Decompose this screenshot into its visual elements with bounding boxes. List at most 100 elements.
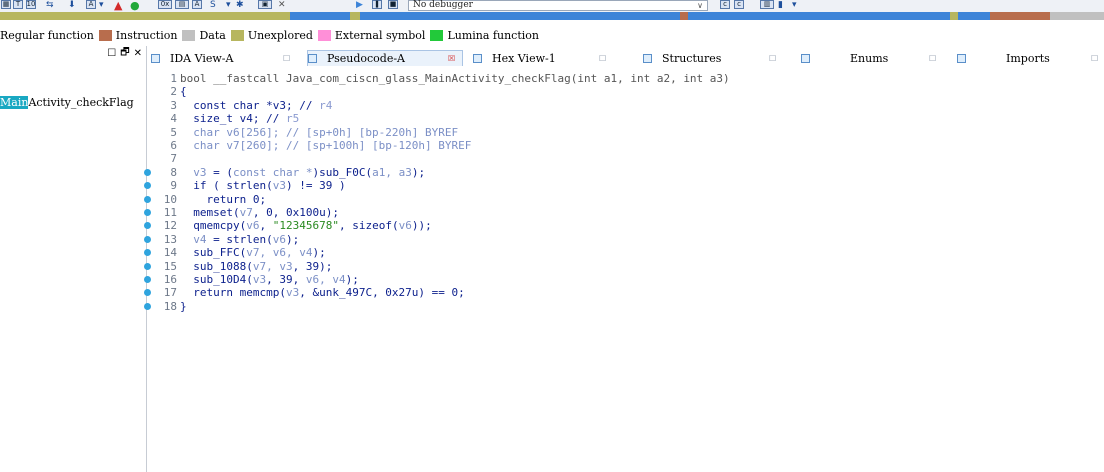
code-text: { [180,85,187,98]
dropdown-icon-2[interactable]: ▾ [226,0,231,10]
code-token: v3 [180,165,207,179]
chevron-down-icon: ∨ [697,1,703,10]
legend-label-regular: Regular function [0,28,94,42]
code-token: ); [312,246,326,260]
code-text: return 0; [180,193,266,206]
line-number: 10 [163,192,177,206]
asterisk-icon[interactable]: ✱ [236,0,244,10]
dropdown-icon-3[interactable]: ▾ [792,0,797,10]
hex-icon[interactable]: ▦ [1,0,11,9]
image-icon[interactable]: ▣ [258,0,272,9]
code-token: ); [345,273,359,286]
code-token: qmemcpy( [180,219,247,233]
line-number: 8 [170,165,177,179]
text-view-icon[interactable]: T [13,0,23,9]
binary-icon[interactable]: 10 [26,0,36,9]
nav-segment-unexplored-3 [950,12,958,20]
code-token: , 39); [292,259,333,273]
navigation-band[interactable] [0,12,1104,20]
code-token: v6 [246,219,260,233]
tab-enums[interactable]: Enums ☐ [801,50,951,66]
legend-label-instruction: Instruction [115,28,178,42]
jump-icon[interactable]: ⇆ [46,0,54,10]
nav-segment-instruction-2 [990,12,1050,20]
legend-swatch-data [182,29,196,41]
debugger-select[interactable]: No debugger ∨ [408,0,708,11]
code-text: sub_FFC(v7, v6, v4); [180,246,326,260]
tab-imports[interactable]: Imports ☐ [957,50,1104,66]
close-icon[interactable]: ✕ [134,48,142,59]
stop-icon[interactable]: ■ [388,0,398,9]
string-icon[interactable]: A [192,0,202,9]
tab-close-icon[interactable]: ☒ [448,54,455,63]
tab-close-icon[interactable]: ☐ [1091,54,1098,63]
float-icon[interactable]: 🗗 [120,45,129,62]
code-text: v3 = (const char *)sub_F0C(a1, a3); [180,166,425,179]
graph-icon[interactable]: ▥ [760,0,774,9]
code-token: , [259,219,273,233]
code-token: )sub_F0C( [312,165,373,179]
code-text: const char *v3; // r4 [180,99,332,112]
code-token: "12345678" [272,219,339,233]
tab-close-icon[interactable]: ☐ [929,54,936,63]
tab-label: Structures [662,51,722,65]
code-token: return memcmp( [180,286,286,300]
tab-label: IDA View-A [170,51,234,65]
line-number: 13 [163,232,177,246]
code-text: sub_10D4(v3, 39, v6, v4); [180,273,359,286]
code-token: = ( [206,165,233,179]
legend-label-lumina: Lumina function [447,28,539,42]
code-token: v3 [285,286,300,300]
hex-data-icon[interactable]: 0x [158,0,172,9]
ascii-icon[interactable]: A [86,0,96,9]
debug-cfg-icon[interactable]: c [720,0,730,9]
struct-icon[interactable]: S [210,0,216,10]
code-token: return 0; [180,192,267,206]
tab-close-icon[interactable]: ☐ [599,54,606,63]
code-text: char v7[260]; // [sp+100h] [bp-120h] BYR… [180,139,471,152]
line-number: 9 [170,179,177,193]
line-number: 5 [170,125,177,139]
line-number: 7 [170,152,177,166]
code-token: r5 [285,112,300,126]
warning-icon[interactable]: ▲ [114,0,122,12]
grid-icon[interactable]: ▤ [175,0,189,9]
hex-view-icon [473,53,482,63]
tab-ida-view[interactable]: IDA View-A ☐ [151,50,301,66]
tab-close-icon[interactable]: ☐ [769,54,776,63]
cross-icon[interactable]: ✕ [278,0,286,10]
tab-structures[interactable]: Structures ☐ [643,50,793,66]
code-token: )); [411,219,432,233]
nav-segment-unexplored [0,12,290,20]
code-token: v6 [398,219,412,233]
play-icon[interactable]: ▶ [356,0,363,10]
line-number: 14 [163,246,177,260]
function-list-item[interactable]: MainActivity_checkFlag [0,96,134,109]
tab-pseudocode[interactable]: Pseudocode-A ☒ [307,50,463,66]
line-number: 15 [163,259,177,273]
legend-label-unexplored: Unexplored [247,28,313,42]
code-token: , 0, 0x100u); [252,206,339,219]
pause-icon[interactable]: ❚ [372,0,382,9]
line-number: 12 [163,219,177,233]
debug-cfg-icon-2[interactable]: c [734,0,744,9]
line-number: 18 [163,299,177,313]
code-token: v7, v3 [252,259,293,273]
nav-segment-code [290,12,350,20]
code-token: ); [285,232,300,246]
code-text: } [180,300,187,313]
down-arrow-icon[interactable]: ⬇ [68,0,76,10]
dropdown-icon[interactable]: ▾ [99,0,104,10]
sidebar-header: ☐ 🗗 ✕ [0,46,146,60]
tab-label: Hex View-1 [492,51,556,65]
pseudocode-editor[interactable]: 1 bool __fastcall Java_com_ciscn_glass_Ma… [144,66,1104,472]
code-token: ) != 39 ) [285,179,346,193]
code-text: size_t v4; // r5 [180,112,299,125]
restore-icon[interactable]: ☐ [107,48,116,59]
code-token: memset( [180,206,240,219]
panel-icon[interactable]: ▮ [778,0,783,10]
tab-hex-view[interactable]: Hex View-1 ☐ [473,50,623,66]
debugger-label: No debugger [413,0,473,10]
tab-close-icon[interactable]: ☐ [283,54,290,63]
green-circle-icon[interactable]: ● [130,0,140,12]
